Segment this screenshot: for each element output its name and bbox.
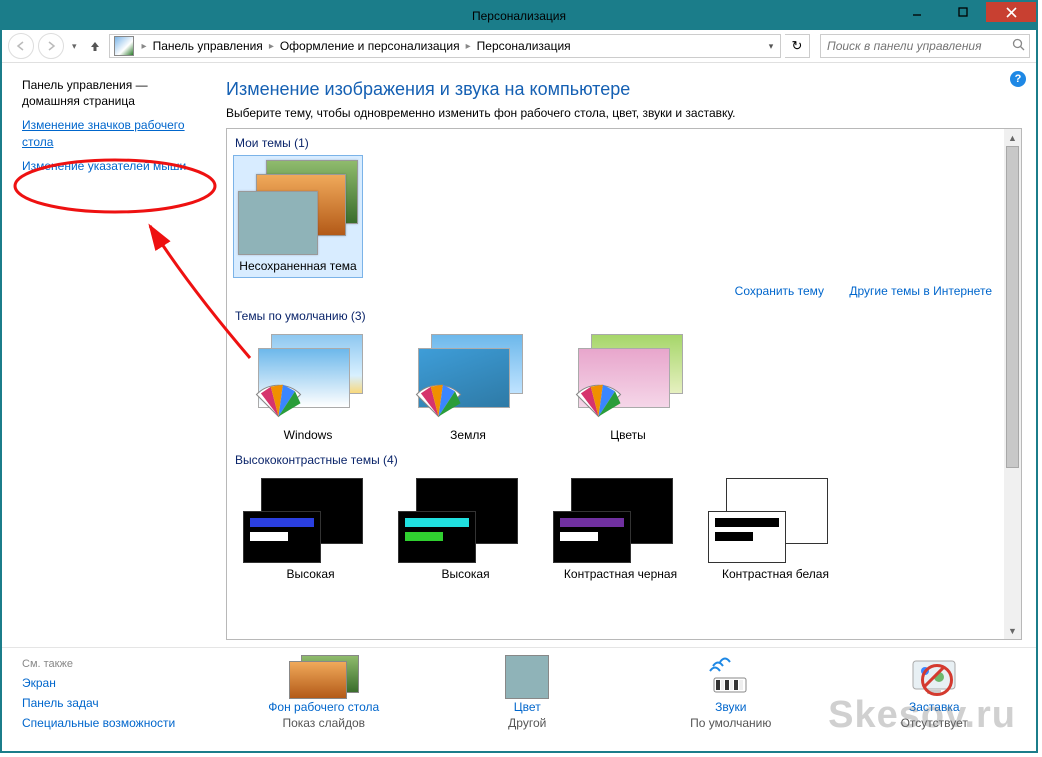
theme-caption: Windows [243,424,373,442]
color-fan-icon [571,367,626,422]
maximize-icon [958,7,968,17]
page-title: Изменение изображения и звука на компьют… [226,79,1022,100]
link-display[interactable]: Экран [22,676,212,690]
sidebar-home-link[interactable]: Панель управления — домашняя страница [22,77,212,109]
window-controls [894,2,1036,22]
chevron-right-icon: ▸ [263,41,280,52]
address-bar[interactable]: ▸ Панель управления ▸ Оформление и персо… [109,34,781,58]
scroll-up-icon[interactable]: ▲ [1004,129,1021,146]
minimize-icon [912,7,922,17]
link-taskbar[interactable]: Панель задач [22,696,212,710]
themes-scroll-area: Мои темы (1) Несохраненная тема Сохранит… [226,128,1022,640]
nav-forward-button[interactable] [38,33,64,59]
breadcrumb-category[interactable]: Оформление и персонализация [280,39,460,53]
section-default-themes: Темы по умолчанию (3) [233,306,996,328]
scroll-track[interactable] [1004,468,1021,622]
option-color[interactable]: Цвет Другой [447,656,607,730]
address-dropdown[interactable]: ▾ [762,41,780,52]
theme-item-hc2[interactable]: Высокая [398,478,533,581]
titlebar: Персонализация [2,2,1036,30]
sidebar-change-mouse-pointers-link[interactable]: Изменение указателей мыши [22,158,212,174]
search-box[interactable] [820,34,1030,58]
theme-thumbnail [238,160,358,255]
refresh-icon: ↻ [792,38,803,54]
forward-arrow-icon [45,40,57,52]
color-swatch-icon [505,655,549,699]
search-icon [1012,38,1025,54]
theme-caption: Земля [403,424,533,442]
close-icon [1006,7,1017,18]
nav-back-button[interactable] [8,33,34,59]
theme-thumbnail [243,334,363,424]
vertical-scrollbar[interactable]: ▲ ▼ [1004,129,1021,639]
option-label: Фон рабочего стола [244,700,404,714]
window-title: Персонализация [2,9,1036,23]
theme-caption: Несохраненная тема [238,255,358,273]
refresh-button[interactable]: ↻ [785,34,810,58]
chevron-right-icon: ▸ [460,41,477,52]
search-input[interactable] [825,38,1012,54]
body: Панель управления — домашняя страница Из… [2,63,1036,752]
maximize-button[interactable] [940,2,986,22]
back-arrow-icon [15,40,27,52]
link-ease-of-access[interactable]: Специальные возможности [22,716,212,730]
page-subtitle: Выберите тему, чтобы одновременно измени… [226,106,1022,120]
see-also-panel: См. также Экран Панель задач Специальные… [2,648,222,752]
toolbar: ▾ ▸ Панель управления ▸ Оформление и пер… [2,30,1036,63]
theme-item-flowers[interactable]: Цветы [563,334,693,442]
personalization-window: Персонализация ▾ ▸ [0,0,1038,753]
theme-thumbnail [553,478,673,563]
desktop-background-icon [289,655,359,699]
scroll-down-icon[interactable]: ▼ [1004,622,1021,639]
sounds-icon [651,656,811,698]
theme-caption: Высокая [398,563,533,581]
minimize-button[interactable] [894,2,940,22]
theme-item-hc-black[interactable]: Контрастная черная [553,478,688,581]
option-desktop-background[interactable]: Фон рабочего стола Показ слайдов [244,656,404,730]
theme-item-hc-white[interactable]: Контрастная белая [708,478,843,581]
watermark: Skesov.ru [828,694,1016,737]
up-arrow-icon [88,39,102,53]
option-value: Показ слайдов [244,716,404,730]
theme-caption: Высокая [243,563,378,581]
theme-caption: Контрастная белая [708,563,843,581]
scroll-thumb[interactable] [1006,146,1019,468]
breadcrumb-leaf[interactable]: Персонализация [477,39,571,53]
theme-thumbnail [708,478,828,563]
option-label: Цвет [447,700,607,714]
theme-thumbnail [243,478,363,563]
option-value: По умолчанию [651,716,811,730]
close-button[interactable] [986,2,1036,22]
sidebar-change-desktop-icons-link[interactable]: Изменение значков рабочего стола [22,117,212,149]
theme-item-windows[interactable]: Windows [243,334,373,442]
theme-caption: Цветы [563,424,693,442]
theme-thumbnail [398,478,518,563]
save-theme-link[interactable]: Сохранить тему [735,284,824,298]
color-fan-icon [251,367,306,422]
theme-item-hc1[interactable]: Высокая [243,478,378,581]
screensaver-icon [854,656,1014,698]
history-dropdown[interactable]: ▾ [68,41,81,52]
theme-thumbnail [563,334,683,424]
theme-item-unsaved[interactable]: Несохраненная тема [233,155,363,278]
color-fan-icon [411,367,466,422]
more-themes-link[interactable]: Другие темы в Интернете [849,284,992,298]
option-label: Звуки [651,700,811,714]
section-high-contrast: Высококонтрастные темы (4) [233,450,996,472]
theme-item-earth[interactable]: Земля [403,334,533,442]
nav-up-button[interactable] [85,39,105,53]
breadcrumb-root[interactable]: Панель управления [153,39,263,53]
theme-caption: Контрастная черная [553,563,688,581]
help-icon[interactable]: ? [1010,71,1026,87]
section-my-themes: Мои темы (1) [233,133,996,155]
control-panel-icon [114,36,134,56]
chevron-right-icon: ▸ [136,41,153,52]
option-sounds[interactable]: Звуки По умолчанию [651,656,811,730]
option-value: Другой [447,716,607,730]
see-also-header: См. также [22,658,212,670]
theme-thumbnail [403,334,523,424]
